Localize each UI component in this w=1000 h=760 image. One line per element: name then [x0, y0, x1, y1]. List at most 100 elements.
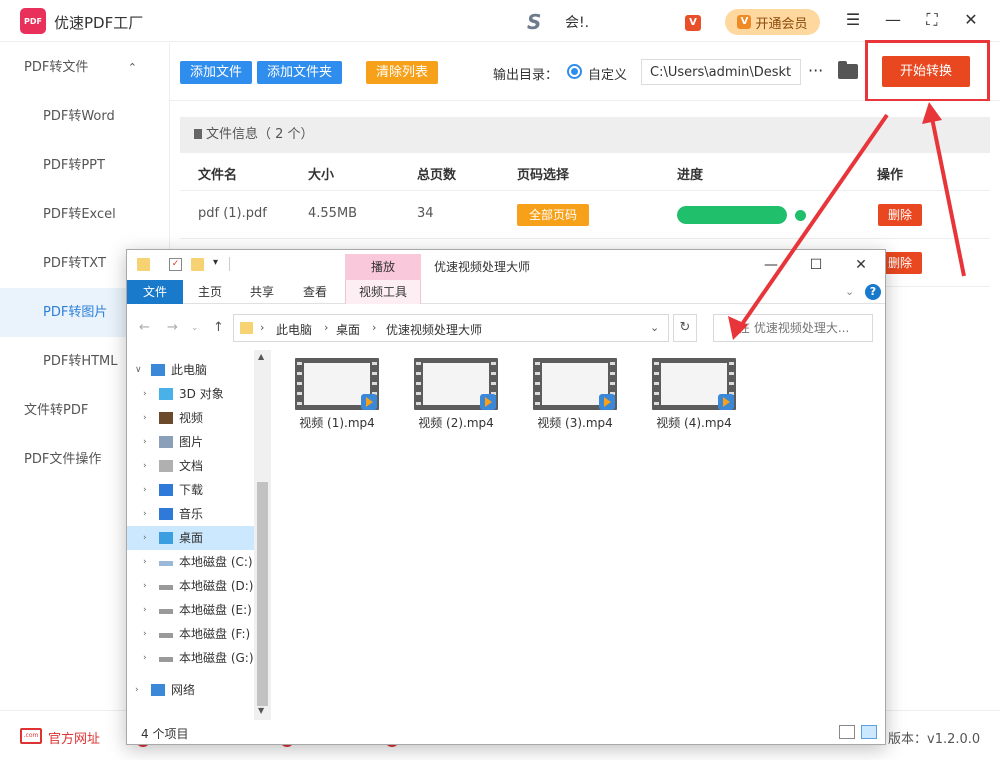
- maximize-icon[interactable]: ☐: [806, 256, 826, 274]
- chevron-right-icon[interactable]: ›: [135, 678, 139, 702]
- large-icons-view-icon[interactable]: [861, 725, 877, 739]
- chevron-right-icon[interactable]: ›: [143, 574, 147, 598]
- maximize-icon[interactable]: ⛶: [922, 10, 942, 30]
- tab-file[interactable]: 文件: [127, 280, 183, 304]
- custom-dir-radio[interactable]: [567, 64, 582, 79]
- file-item[interactable]: 视频 (4).mp4: [638, 358, 736, 438]
- file-item[interactable]: 视频 (1).mp4: [281, 358, 379, 438]
- tree-item[interactable]: › 视频: [127, 406, 254, 430]
- recent-dropdown-icon[interactable]: ⌄: [191, 323, 199, 333]
- navigation-pane: ∨ 此电脑 › 3D 对象 › 视频 › 图片 › 文档 › 下载 › 音乐 › 桌面 › 本地磁盘 (C:) › 本…: [127, 350, 271, 720]
- user-name[interactable]: 会!.: [565, 12, 589, 32]
- sidebar-item-label: PDF文件操作: [24, 452, 102, 467]
- breadcrumb-item[interactable]: 优速视频处理大师: [386, 321, 482, 338]
- tree-item[interactable]: › 网络: [127, 678, 254, 702]
- column-header: 总页数: [417, 168, 457, 183]
- tree-item-label: 本地磁盘 (F:): [179, 627, 251, 641]
- chevron-right-icon[interactable]: ›: [143, 526, 147, 550]
- help-icon[interactable]: ?: [865, 284, 881, 300]
- chevron-right-icon[interactable]: ›: [143, 406, 147, 430]
- minimize-icon[interactable]: —: [761, 256, 781, 274]
- chevron-right-icon[interactable]: ›: [143, 622, 147, 646]
- chevron-right-icon[interactable]: ›: [143, 646, 147, 670]
- clear-list-button[interactable]: 清除列表: [366, 61, 438, 84]
- film-perforation: [610, 372, 615, 375]
- chevron-right-icon[interactable]: ›: [143, 454, 147, 478]
- search-input[interactable]: [713, 314, 873, 342]
- chevron-right-icon[interactable]: ›: [143, 502, 147, 526]
- chevron-right-icon[interactable]: ›: [143, 382, 147, 406]
- tab-view[interactable]: 查看: [294, 280, 336, 304]
- chevron-right-icon[interactable]: ›: [143, 478, 147, 502]
- tree-item[interactable]: › 图片: [127, 430, 254, 454]
- file-explorer-window: ✓ ▾ 播放 优速视频处理大师 — ☐ ✕ 文件 主页 共享 查看 视频工具 ⌄…: [126, 249, 886, 745]
- website-icon[interactable]: .com: [20, 728, 42, 744]
- drive-icon: [159, 609, 173, 614]
- breadcrumb-item[interactable]: 桌面: [336, 321, 360, 338]
- film-perforation: [654, 382, 659, 385]
- tab-home[interactable]: 主页: [189, 280, 231, 304]
- minimize-icon[interactable]: —: [883, 10, 903, 30]
- file-info-title: 文件信息（ 2 个）: [206, 127, 314, 142]
- scroll-down-icon[interactable]: ▼: [258, 706, 264, 715]
- file-item[interactable]: 视频 (3).mp4: [519, 358, 617, 438]
- sidebar-item-pdf-to-word[interactable]: PDF转Word: [0, 92, 169, 141]
- forward-arrow-icon[interactable]: →: [167, 320, 178, 335]
- more-options-button[interactable]: ···: [808, 61, 823, 80]
- tab-share[interactable]: 共享: [241, 280, 283, 304]
- add-folder-button[interactable]: 添加文件夹: [257, 61, 342, 84]
- play-badge-icon: [361, 394, 377, 410]
- properties-icon[interactable]: ✓: [169, 258, 182, 271]
- document-folder-icon: [159, 460, 173, 472]
- chevron-down-icon[interactable]: ⌄: [650, 321, 659, 334]
- open-folder-icon[interactable]: [838, 61, 858, 79]
- user-logo-icon[interactable]: S: [527, 10, 557, 34]
- tree-item[interactable]: › 桌面: [127, 526, 254, 550]
- close-icon[interactable]: ✕: [961, 10, 981, 30]
- page-range-button[interactable]: 全部页码: [517, 204, 589, 226]
- tab-video-tools[interactable]: 视频工具: [345, 280, 421, 304]
- breadcrumb-item[interactable]: 此电脑: [276, 321, 312, 338]
- sidebar-item-pdf-to-file[interactable]: PDF转文件 ⌃: [0, 43, 169, 92]
- custom-dir-label[interactable]: 自定义: [588, 64, 627, 83]
- file-item[interactable]: 视频 (2).mp4: [400, 358, 498, 438]
- official-site-link[interactable]: 官方网址: [48, 728, 100, 747]
- tree-item[interactable]: › 本地磁盘 (F:): [127, 622, 254, 646]
- tree-item[interactable]: › 下载: [127, 478, 254, 502]
- output-path-field[interactable]: [641, 59, 801, 85]
- tree-item[interactable]: › 3D 对象: [127, 382, 254, 406]
- address-bar[interactable]: › 此电脑 › 桌面 › 优速视频处理大师 ⌄: [233, 314, 669, 342]
- column-header: 进度: [677, 168, 704, 183]
- scroll-up-icon[interactable]: ▲: [258, 352, 264, 361]
- tree-item[interactable]: › 本地磁盘 (C:): [127, 550, 254, 574]
- tree-item[interactable]: › 本地磁盘 (E:): [127, 598, 254, 622]
- tree-item[interactable]: › 文档: [127, 454, 254, 478]
- tree-item[interactable]: ∨ 此电脑: [127, 358, 254, 382]
- tree-item[interactable]: › 本地磁盘 (D:): [127, 574, 254, 598]
- sidebar-item-pdf-to-ppt[interactable]: PDF转PPT: [0, 141, 169, 190]
- chevron-right-icon[interactable]: ›: [143, 550, 147, 574]
- tree-item[interactable]: › 本地磁盘 (G:): [127, 646, 254, 670]
- file-info-header: 文件信息（ 2 个）: [180, 117, 990, 153]
- chevron-right-icon[interactable]: ›: [143, 430, 147, 454]
- open-vip-button[interactable]: V 开通会员: [725, 9, 820, 35]
- quick-access-dropdown-icon[interactable]: ▾: [213, 257, 218, 268]
- chevron-down-icon[interactable]: ⌄: [845, 285, 854, 298]
- back-arrow-icon[interactable]: ←: [139, 320, 150, 335]
- add-file-button[interactable]: 添加文件: [180, 61, 252, 84]
- scrollbar-thumb[interactable]: [257, 482, 268, 706]
- close-icon[interactable]: ✕: [851, 256, 871, 274]
- details-view-icon[interactable]: [839, 725, 855, 739]
- tree-item[interactable]: › 音乐: [127, 502, 254, 526]
- sidebar-item-pdf-to-excel[interactable]: PDF转Excel: [0, 190, 169, 239]
- chevron-down-icon[interactable]: ∨: [135, 358, 142, 382]
- new-folder-icon[interactable]: [191, 258, 204, 271]
- menu-icon[interactable]: ☰: [843, 10, 863, 30]
- context-tab-play[interactable]: 播放: [345, 254, 421, 280]
- chevron-right-icon[interactable]: ›: [143, 598, 147, 622]
- vertical-scrollbar[interactable]: ▲ ▼: [254, 350, 271, 720]
- film-perforation: [535, 362, 540, 365]
- delete-button[interactable]: 删除: [878, 204, 922, 226]
- refresh-icon[interactable]: ↻: [673, 314, 697, 342]
- up-arrow-icon[interactable]: ↑: [213, 320, 224, 335]
